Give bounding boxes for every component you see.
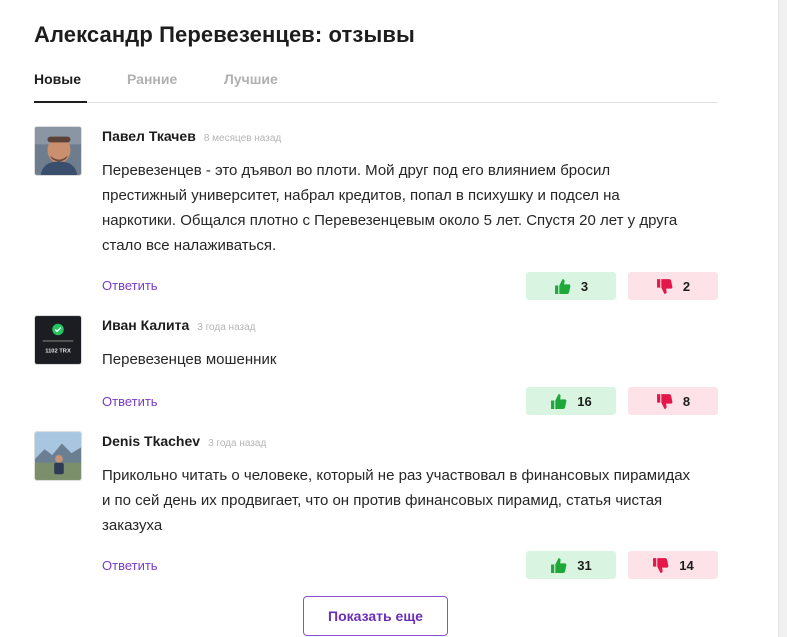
like-count: 31 [577,557,592,573]
dislike-count: 14 [679,557,694,573]
review-author: Denis Tkachev 3 года назад [102,433,266,449]
dislike-count: 2 [682,278,691,294]
show-more-button[interactable]: Показать еще [303,596,448,636]
like-count: 3 [580,278,589,294]
thumbs-down-icon [656,393,673,409]
dislike-button[interactable]: 2 [628,272,718,300]
active-tab-indicator [34,101,87,103]
author-name[interactable]: Павел Ткачев [102,128,196,144]
tab-new[interactable]: Новые [34,71,81,87]
reply-button[interactable]: Ответить [102,278,158,293]
avatar[interactable] [34,126,82,176]
like-button[interactable]: 16 [526,387,616,415]
review-author: Иван Калита 3 года назад [102,317,256,333]
thumbs-up-icon [554,278,571,294]
review-item: Denis Tkachev 3 года назад Прикольно чита… [34,431,718,581]
review-date: 3 года назад [208,438,267,449]
review-item: Павел Ткачев 8 месяцев назад Перевезенцев… [34,126,718,301]
dislike-button[interactable]: 8 [628,387,718,415]
dislike-button[interactable]: 14 [628,551,718,579]
author-name[interactable]: Denis Tkachev [102,433,200,449]
avatar[interactable] [34,431,82,481]
author-name[interactable]: Иван Калита [102,317,189,333]
thumbs-down-icon [656,278,673,294]
review-item: 1102 TRX Иван Калита 3 года назад Перевез… [34,315,718,417]
like-button[interactable]: 3 [526,272,616,300]
reply-button[interactable]: Ответить [102,558,158,573]
avatar-caption: 1102 TRX [45,348,71,354]
like-count: 16 [577,393,592,409]
review-text: Перевезенцев мошенник [102,351,277,368]
sort-tabs: Новые Ранние Лучшие [34,68,718,103]
avatar[interactable]: 1102 TRX [34,315,82,365]
dislike-count: 8 [682,393,691,409]
review-text: Прикольно читать о человеке, который не … [102,467,691,534]
reply-button[interactable]: Ответить [102,394,158,409]
page-title: Александр Перевезенцев: отзывы [34,22,415,47]
review-date: 3 года назад [197,322,256,333]
thumbs-up-icon [551,557,567,573]
review-text: Перевезенцев - это дъявол во плоти. Мой … [102,162,678,254]
tab-early[interactable]: Ранние [127,71,177,87]
thumbs-down-icon [653,557,669,573]
thumbs-up-icon [551,393,567,409]
review-date: 8 месяцев назад [203,133,282,144]
scrollbar-track[interactable] [778,0,787,637]
like-button[interactable]: 31 [526,551,616,579]
review-author: Павел Ткачев 8 месяцев назад [102,128,281,144]
tab-best[interactable]: Лучшие [224,71,278,87]
